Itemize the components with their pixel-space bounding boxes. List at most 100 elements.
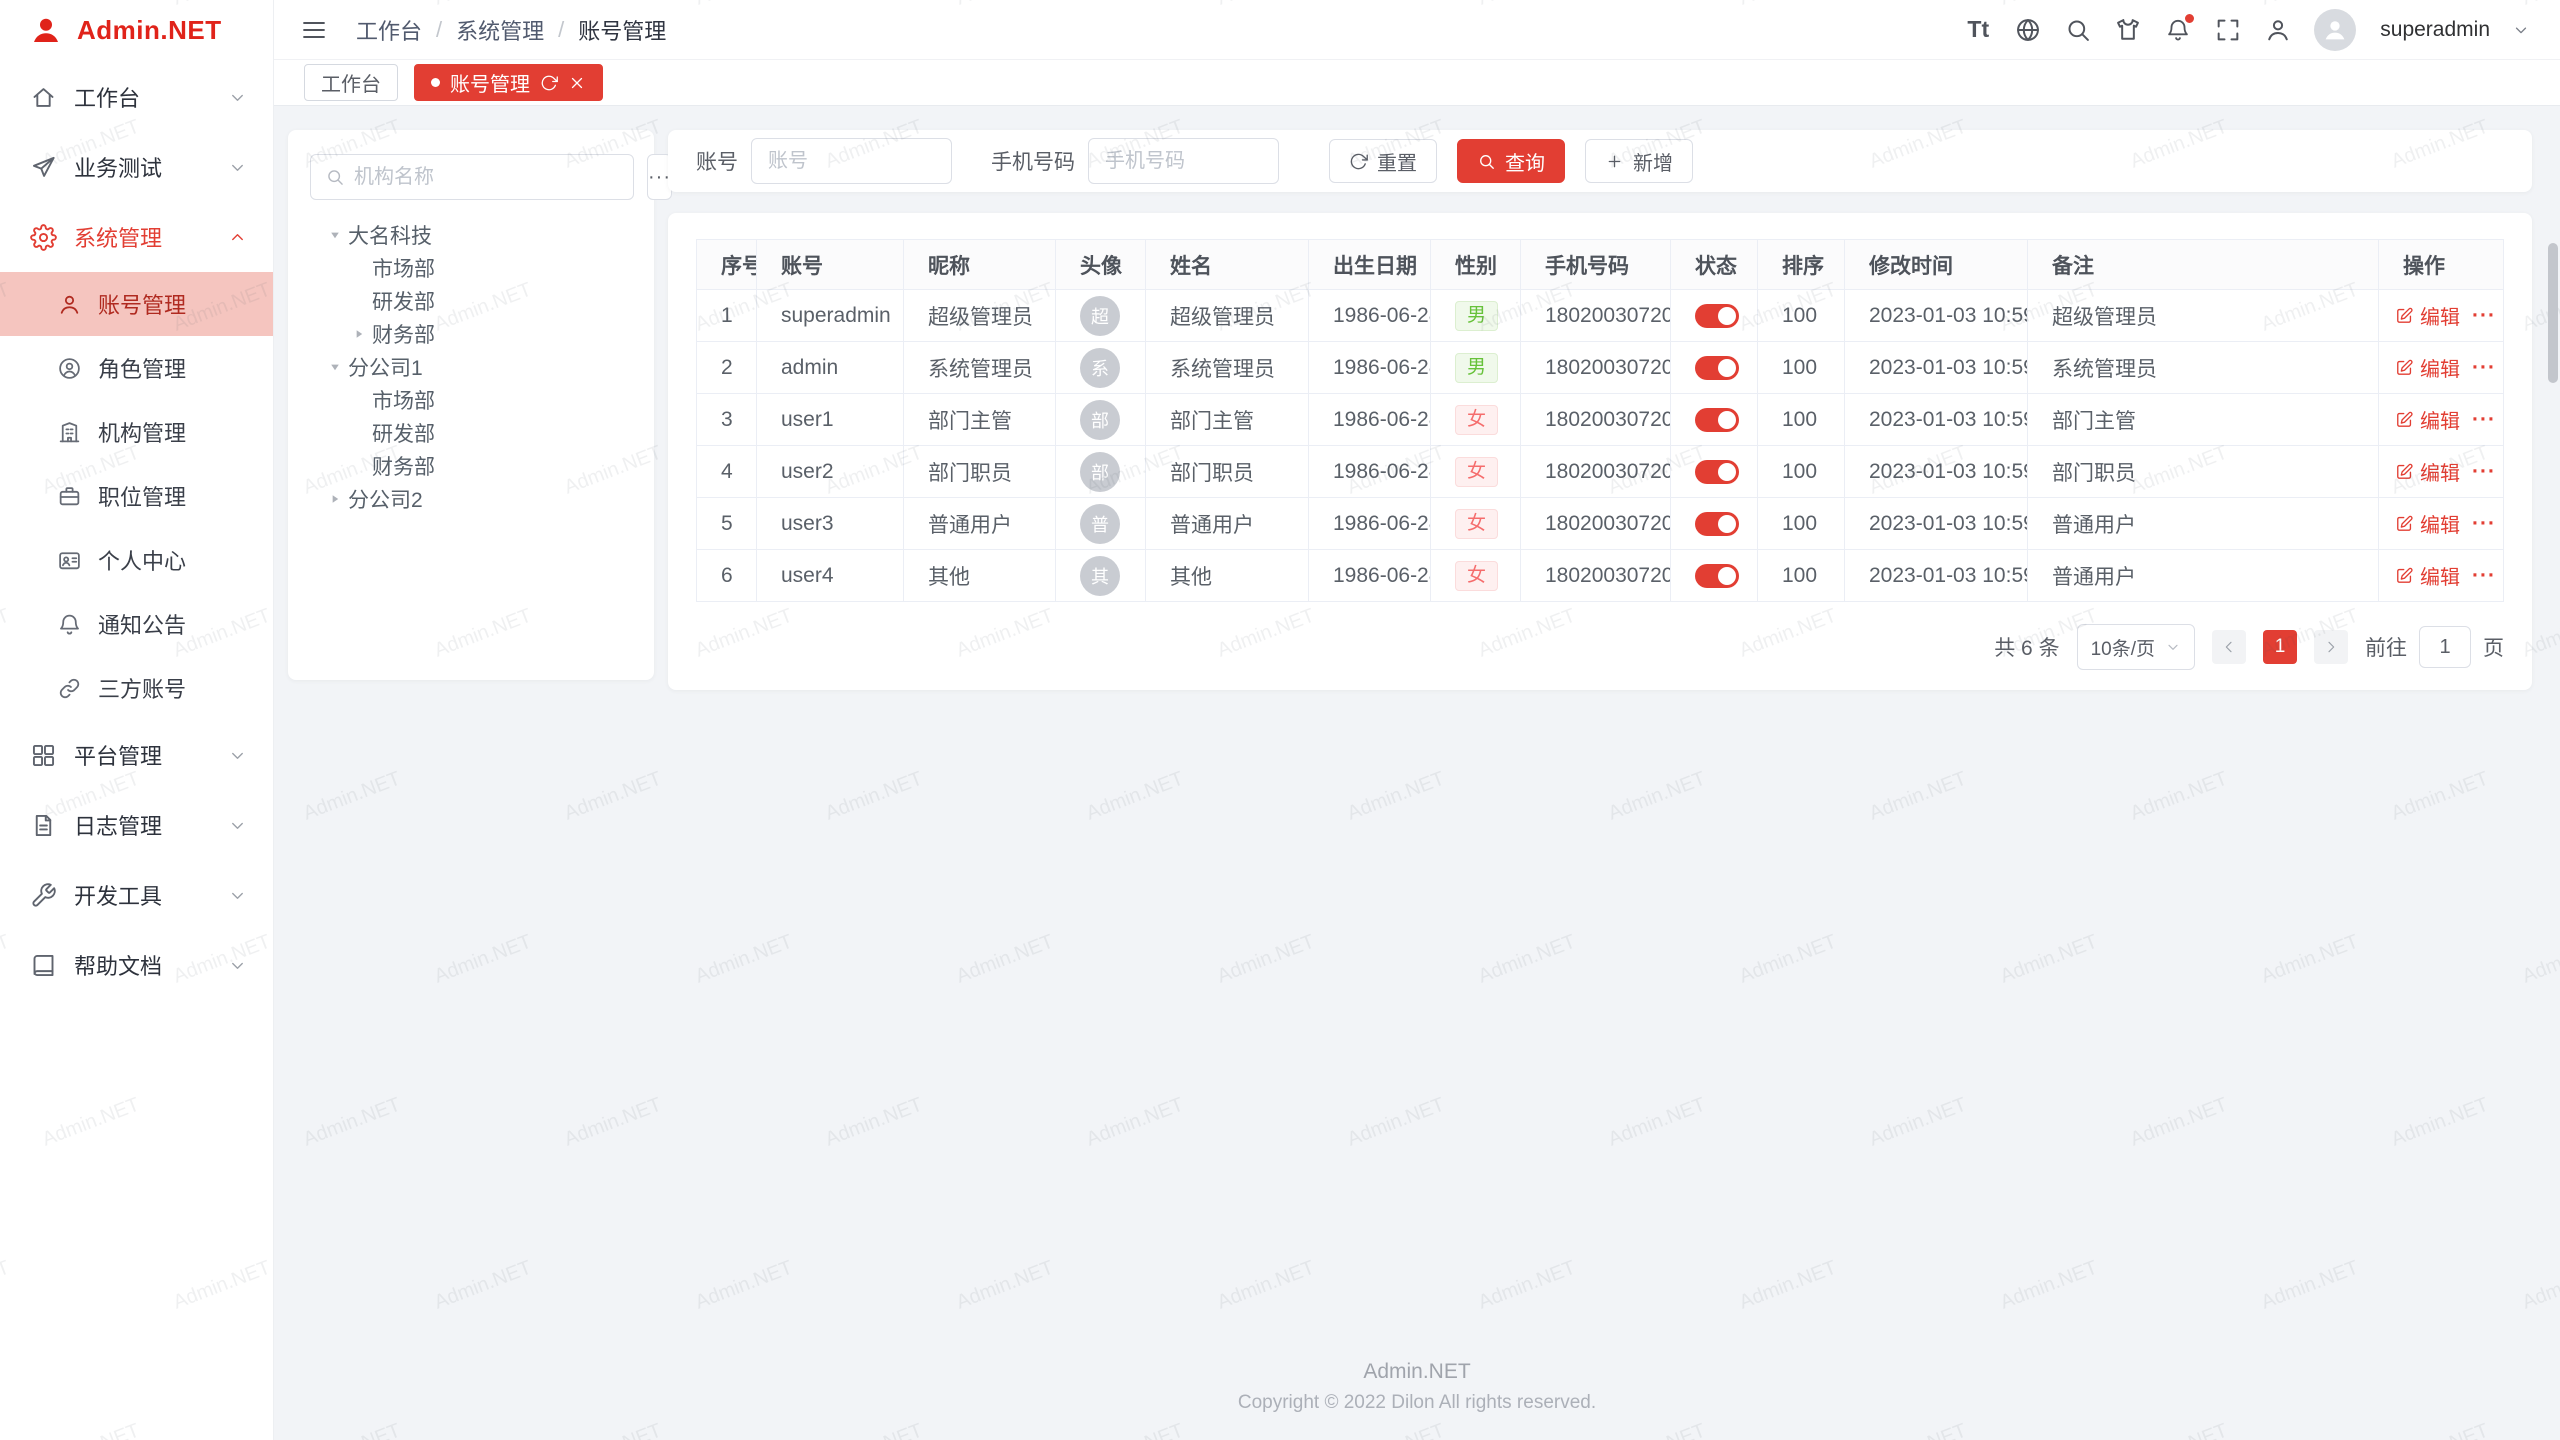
content: ··· 大名科技市场部研发部财务部分公司1市场部研发部财务部分公司2 账号 手机… xyxy=(274,106,2560,1360)
sidebar-item-notice-announcement[interactable]: 通知公告 xyxy=(0,592,273,656)
close-icon[interactable] xyxy=(568,74,586,92)
caret-down-icon[interactable] xyxy=(322,226,348,244)
font-size-icon[interactable]: Tt xyxy=(1964,16,1992,44)
search-button[interactable]: 查询 xyxy=(1457,139,1565,183)
book-icon xyxy=(30,952,57,979)
sidebar-item-dev-tools[interactable]: 开发工具 xyxy=(0,860,273,930)
status-toggle[interactable] xyxy=(1695,408,1739,432)
breadcrumb-item[interactable]: 系统管理 xyxy=(456,14,544,46)
column-header: 修改时间 xyxy=(1845,240,2028,290)
status-toggle[interactable] xyxy=(1695,356,1739,380)
table-row: 2admin系统管理员系系统管理员1986-06-28男180200307201… xyxy=(697,342,2504,394)
tree-node[interactable]: 分公司2 xyxy=(310,482,632,515)
tree-node[interactable]: 研发部 xyxy=(310,416,632,449)
column-header: 状态 xyxy=(1671,240,1758,290)
username[interactable]: superadmin xyxy=(2380,18,2490,42)
row-more-button[interactable]: ··· xyxy=(2472,408,2496,432)
cell-avatar: 超 xyxy=(1056,290,1146,342)
edit-button[interactable]: 编辑 xyxy=(2395,301,2460,330)
caret-down-icon[interactable] xyxy=(322,358,348,376)
tree-node[interactable]: 研发部 xyxy=(310,284,632,317)
edit-button[interactable]: 编辑 xyxy=(2395,509,2460,538)
tab-workbench[interactable]: 工作台 xyxy=(304,64,398,101)
edit-button[interactable]: 编辑 xyxy=(2395,561,2460,590)
goto-page-input[interactable] xyxy=(2419,626,2471,668)
breadcrumb-item[interactable]: 账号管理 xyxy=(578,14,666,46)
row-more-button[interactable]: ··· xyxy=(2472,460,2496,484)
row-more-button[interactable]: ··· xyxy=(2472,356,2496,380)
account-input[interactable] xyxy=(751,138,952,184)
tab-account-management[interactable]: 账号管理 xyxy=(414,64,603,101)
cell-action: 编辑 ··· xyxy=(2379,498,2504,550)
avatar: 其 xyxy=(1080,556,1120,596)
tab-active-dot xyxy=(431,78,440,87)
status-toggle[interactable] xyxy=(1695,564,1739,588)
refresh-icon[interactable] xyxy=(540,74,558,92)
sidebar-item-platform-management[interactable]: 平台管理 xyxy=(0,720,273,790)
caret-right-icon[interactable] xyxy=(322,490,348,508)
sidebar-item-workbench[interactable]: 工作台 xyxy=(0,62,273,132)
table-row: 3user1部门主管部部门主管1986-06-28女18020030720100… xyxy=(697,394,2504,446)
cell-birth: 1986-06-28 xyxy=(1309,550,1431,602)
scrollbar-thumb[interactable] xyxy=(2548,243,2558,383)
current-page-button[interactable]: 1 xyxy=(2263,630,2297,664)
profile-icon[interactable] xyxy=(2264,16,2292,44)
org-tree-panel: ··· 大名科技市场部研发部财务部分公司1市场部研发部财务部分公司2 xyxy=(288,130,654,680)
sidebar-item-label: 帮助文档 xyxy=(74,949,228,981)
user-avatar[interactable] xyxy=(2314,9,2356,51)
tree-node[interactable]: 市场部 xyxy=(310,383,632,416)
cell-seq: 3 xyxy=(697,394,757,446)
cell-name: 部门职员 xyxy=(1146,446,1309,498)
prev-page-button[interactable] xyxy=(2212,630,2246,664)
cell-status xyxy=(1671,394,1758,446)
sidebar-item-business-test[interactable]: 业务测试 xyxy=(0,132,273,202)
sidebar-item-position-management[interactable]: 职位管理 xyxy=(0,464,273,528)
sidebar-item-account-management[interactable]: 账号管理 xyxy=(0,272,273,336)
edit-button[interactable]: 编辑 xyxy=(2395,405,2460,434)
logo[interactable]: Admin.NET xyxy=(0,0,273,60)
next-page-button[interactable] xyxy=(2314,630,2348,664)
sidebar-item-org-management[interactable]: 机构管理 xyxy=(0,400,273,464)
reset-button[interactable]: 重置 xyxy=(1329,139,1437,183)
status-toggle[interactable] xyxy=(1695,304,1739,328)
language-icon[interactable] xyxy=(2014,16,2042,44)
status-toggle[interactable] xyxy=(1695,460,1739,484)
caret-right-icon[interactable] xyxy=(346,325,372,343)
cell-modified: 2023-01-03 10:59:44 xyxy=(1845,498,2028,550)
tree-node[interactable]: 财务部 xyxy=(310,449,632,482)
cell-account: superadmin xyxy=(757,290,904,342)
sidebar-item-role-management[interactable]: 角色管理 xyxy=(0,336,273,400)
status-toggle[interactable] xyxy=(1695,512,1739,536)
edit-button[interactable]: 编辑 xyxy=(2395,457,2460,486)
sidebar-item-label: 三方账号 xyxy=(98,672,247,704)
search-icon[interactable] xyxy=(2064,16,2092,44)
sidebar-item-label: 系统管理 xyxy=(74,221,228,253)
edit-button[interactable]: 编辑 xyxy=(2395,353,2460,382)
sidebar-item-help-docs[interactable]: 帮助文档 xyxy=(0,930,273,1000)
row-more-button[interactable]: ··· xyxy=(2472,512,2496,536)
breadcrumb-item[interactable]: 工作台 xyxy=(356,14,422,46)
row-more-button[interactable]: ··· xyxy=(2472,304,2496,328)
tree-node[interactable]: 分公司1 xyxy=(310,350,632,383)
sidebar-item-third-party-account[interactable]: 三方账号 xyxy=(0,656,273,720)
chevron-down-icon[interactable] xyxy=(2512,21,2530,39)
page-size-select[interactable]: 10条/页 xyxy=(2077,624,2195,670)
fullscreen-icon[interactable] xyxy=(2214,16,2242,44)
theme-icon[interactable] xyxy=(2114,16,2142,44)
tree-node[interactable]: 市场部 xyxy=(310,251,632,284)
sidebar-item-system-management[interactable]: 系统管理 xyxy=(0,202,273,272)
tree-node[interactable]: 大名科技 xyxy=(310,218,632,251)
chevron-down-icon xyxy=(228,886,247,905)
cell-status xyxy=(1671,342,1758,394)
row-more-button[interactable]: ··· xyxy=(2472,564,2496,588)
phone-input[interactable] xyxy=(1088,138,1279,184)
notification-bell-icon[interactable] xyxy=(2164,16,2192,44)
tree-node[interactable]: 财务部 xyxy=(310,317,632,350)
sidebar-item-log-management[interactable]: 日志管理 xyxy=(0,790,273,860)
hamburger-icon[interactable] xyxy=(300,16,328,44)
sidebar-item-personal-center[interactable]: 个人中心 xyxy=(0,528,273,592)
add-button[interactable]: 新增 xyxy=(1585,139,1693,183)
column-header: 手机号码 xyxy=(1521,240,1671,290)
org-search-input[interactable] xyxy=(354,166,619,189)
cell-remark: 部门主管 xyxy=(2028,394,2379,446)
